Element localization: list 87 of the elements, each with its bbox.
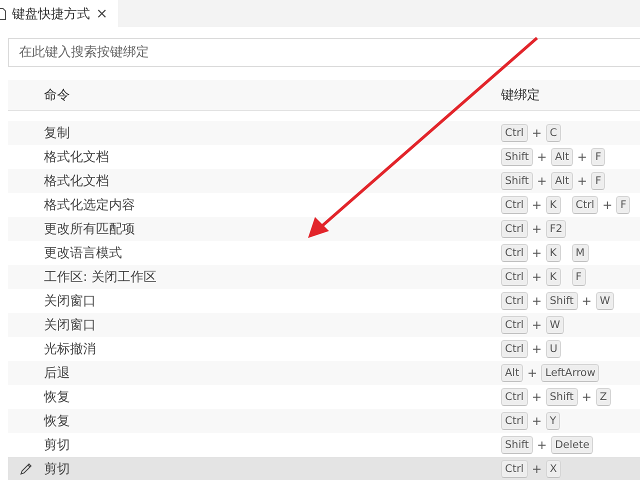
plus-sign: + [577,150,588,164]
plus-sign: + [532,294,542,308]
plus-sign: + [532,318,542,332]
key-cap: Shift [546,292,578,310]
command-name: 格式化文档 [44,149,110,166]
command-name: 后退 [44,365,71,382]
key-cap: Ctrl [501,244,528,262]
command-name: 关闭窗口 [44,317,97,334]
table-row[interactable]: 后退 Alt + LeftArrow [8,361,640,385]
key-cap: Alt [550,148,574,166]
plus-sign: + [532,462,542,476]
key-cap: K [546,244,561,262]
key-cap: Ctrl [501,460,528,478]
key-cap: Ctrl [501,220,528,238]
key-cap: C [546,124,562,142]
table-row[interactable]: 关闭窗口 Ctrl + W [8,313,640,337]
command-name: 恢复 [44,389,71,406]
key-cap: M [572,244,589,262]
table-row[interactable]: 恢复 Ctrl + Y [8,409,640,433]
key-cap: Y [546,412,560,430]
key-cap: U [546,340,562,358]
plus-sign: + [577,174,588,188]
plus-sign: + [536,438,547,452]
plus-sign: + [532,270,542,284]
command-name: 关闭窗口 [44,293,97,310]
key-cap: F [591,172,606,190]
command-name: 光标撤消 [44,341,97,358]
command-name: 格式化文档 [44,173,110,190]
plus-sign: + [532,126,542,140]
plus-sign: + [582,390,592,404]
plus-sign: + [527,366,538,380]
plus-sign: + [582,294,592,308]
plus-sign: + [532,414,542,428]
key-cap: Shift [501,172,533,190]
editor-tab[interactable]: 键盘快捷方式 × [0,0,118,27]
key-cap: Ctrl [501,412,528,430]
plus-sign: + [536,150,547,164]
key-cap: Shift [546,388,578,406]
command-name: 更改所有匹配项 [44,221,136,238]
key-cap: F [572,268,586,286]
command-name: 剪切 [44,461,71,478]
key-cap: Ctrl [501,292,528,310]
command-name: 更改语言模式 [44,245,123,262]
plus-sign: + [532,390,542,404]
table-row[interactable]: 剪切 Ctrl + X [8,457,640,480]
table-row[interactable]: 复制 Ctrl + C [8,121,640,145]
column-header: 键绑定 [501,87,540,104]
key-cap: Alt [550,172,574,190]
key-cap: Ctrl [501,388,528,406]
key-cap: Shift [501,148,533,166]
key-cap: F2 [546,220,566,238]
key-cap: Alt [501,364,524,382]
key-cap: Ctrl [501,340,528,358]
command-name: 剪切 [44,437,71,454]
tab-title: 键盘快捷方式 [12,6,90,22]
plus-sign: + [532,246,542,260]
key-cap: F [591,148,606,166]
key-cap: K [546,196,561,214]
key-cap: W [596,292,614,310]
close-button[interactable]: × [96,6,108,22]
plus-sign: + [536,174,547,188]
key-cap: Ctrl [501,196,528,214]
command-name: 工作区: 关闭工作区 [44,269,158,286]
plus-sign: + [602,198,612,212]
key-cap: X [546,460,561,478]
table-row[interactable]: 更改所有匹配项 Ctrl + F2 [8,217,640,241]
key-cap: Ctrl [501,124,528,142]
command-name: 恢复 [44,413,71,430]
key-cap: W [546,316,564,334]
key-cap: Ctrl [501,268,528,286]
plus-sign: + [532,222,542,236]
key-cap: K [546,268,561,286]
table-row[interactable]: 格式化文档 Shift + Alt + F [8,169,640,193]
command-name: 格式化选定内容 [44,197,136,214]
table-row[interactable]: 工作区: 关闭工作区 Ctrl + K F [8,265,640,289]
key-cap: F [616,196,630,214]
key-cap: Delete [550,436,594,454]
key-cap: Shift [501,436,533,454]
key-cap: Ctrl [572,196,598,214]
search-field[interactable]: 在此键入搜索按键绑定 [8,38,640,67]
key-cap: LeftArrow [541,364,600,382]
column-header: 命令 [43,87,71,104]
plus-sign: + [532,342,542,356]
key-cap: Ctrl [501,316,528,334]
key-cap: Z [596,388,611,406]
plus-sign: + [532,198,542,212]
command-name: 复制 [44,125,71,142]
